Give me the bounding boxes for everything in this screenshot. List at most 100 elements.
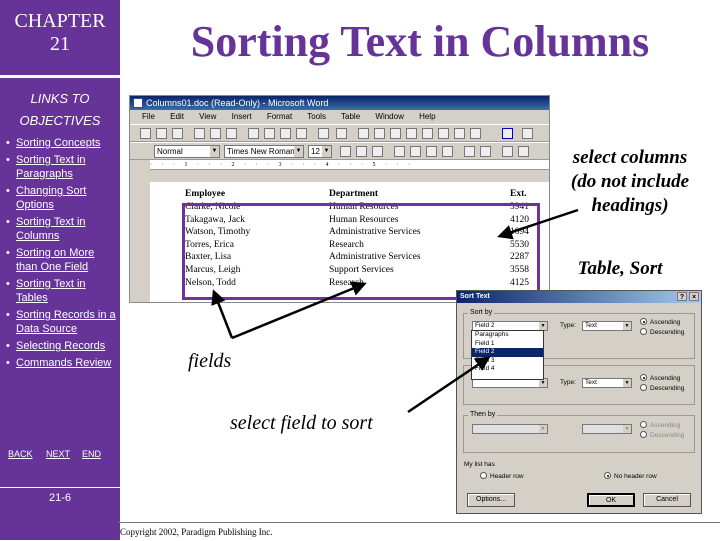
objective-link[interactable]: Sorting on More than One Field [6, 246, 118, 274]
bullets-icon[interactable] [480, 146, 491, 157]
then-ascending-radio[interactable]: Ascending [640, 374, 680, 382]
ok-button[interactable]: OK [587, 493, 635, 507]
type-value: Text [585, 322, 597, 329]
paste-icon[interactable] [280, 128, 291, 139]
type-combo[interactable]: Text ▼ [582, 321, 632, 331]
dropdown-option[interactable]: Field 4 [472, 365, 543, 374]
align-center-icon[interactable] [410, 146, 421, 157]
menu-help[interactable]: Help [419, 112, 435, 121]
no-header-row-radio[interactable]: No header row [604, 472, 657, 480]
new-icon[interactable] [140, 128, 151, 139]
table-row[interactable]: Nelson, Todd Research 4125 [185, 277, 540, 290]
end-button[interactable]: END [82, 449, 101, 459]
objective-link-text[interactable]: Sorting Text in Paragraphs [16, 154, 86, 180]
header-row-radio[interactable]: Header row [480, 472, 524, 480]
table-row[interactable]: Clarke, Nicole Human Resources 3941 [185, 201, 540, 214]
cancel-button[interactable]: Cancel [643, 493, 691, 507]
options-button[interactable]: Options... [467, 493, 515, 507]
highlighted-toolbar-icon[interactable] [502, 128, 513, 139]
objective-link-text[interactable]: Sorting Text in Tables [16, 278, 86, 304]
drawing-icon[interactable] [438, 128, 449, 139]
align-left-icon[interactable] [394, 146, 405, 157]
objective-link-text[interactable]: Selecting Records [16, 340, 105, 352]
objective-link[interactable]: Selecting Records [6, 339, 118, 353]
print-preview-icon[interactable] [210, 128, 221, 139]
italic-icon[interactable] [356, 146, 367, 157]
underline-icon[interactable] [372, 146, 383, 157]
align-right-icon[interactable] [426, 146, 437, 157]
help-button[interactable]: ? [677, 292, 687, 301]
objectives-list: Sorting Concepts Sorting Text in Paragra… [6, 136, 118, 373]
dropdown-option-selected[interactable]: Field 2 [472, 348, 543, 357]
format-painter-icon[interactable] [296, 128, 307, 139]
size-combo[interactable]: 12 ▼ [308, 145, 332, 158]
objective-link-text[interactable]: Sorting Concepts [16, 137, 100, 149]
menu-view[interactable]: View [199, 112, 216, 121]
decrease-indent-icon[interactable] [502, 146, 513, 157]
numbering-icon[interactable] [464, 146, 475, 157]
tables-borders-icon[interactable] [374, 128, 385, 139]
hyperlink-icon[interactable] [358, 128, 369, 139]
objective-link-text[interactable]: Changing Sort Options [16, 185, 86, 211]
objective-link-text[interactable]: Sorting Text in Columns [16, 216, 86, 242]
ascending-radio[interactable]: Ascending [640, 318, 680, 326]
word-titlebar: Columns01.doc (Read-Only) - Microsoft Wo… [130, 96, 549, 110]
table-row[interactable]: Marcus, Leigh Support Services 3558 [185, 264, 540, 277]
menu-format[interactable]: Format [267, 112, 292, 121]
objective-link[interactable]: Sorting Text in Columns [6, 215, 118, 243]
objective-link[interactable]: Changing Sort Options [6, 184, 118, 212]
insert-table-icon[interactable] [390, 128, 401, 139]
help-icon[interactable] [522, 128, 533, 139]
objective-link-text[interactable]: Sorting Records in a Data Source [16, 309, 116, 335]
excel-icon[interactable] [406, 128, 417, 139]
table-row[interactable]: Baxter, Lisa Administrative Services 228… [185, 251, 540, 264]
objective-link[interactable]: Sorting Concepts [6, 136, 118, 150]
objective-link-text[interactable]: Commands Review [16, 357, 111, 369]
print-icon[interactable] [194, 128, 205, 139]
then-by-type-combo[interactable]: Text ▼ [582, 378, 632, 388]
dropdown-option[interactable]: Field 3 [472, 357, 543, 366]
dropdown-option[interactable]: Paragraphs [472, 331, 543, 340]
close-button[interactable]: × [689, 292, 699, 301]
redo-icon[interactable] [336, 128, 347, 139]
menu-tools[interactable]: Tools [307, 112, 326, 121]
descending-radio[interactable]: Descending [640, 328, 684, 336]
next-button[interactable]: NEXT [46, 449, 70, 459]
spelling-icon[interactable] [226, 128, 237, 139]
menu-insert[interactable]: Insert [232, 112, 252, 121]
bold-icon[interactable] [340, 146, 351, 157]
callout-line: headings) [591, 195, 669, 216]
undo-icon[interactable] [318, 128, 329, 139]
document-map-icon[interactable] [454, 128, 465, 139]
descending-label: Descending [650, 385, 685, 392]
table-row[interactable]: Takagawa, Jack Human Resources 4120 [185, 214, 540, 227]
columns-icon[interactable] [422, 128, 433, 139]
increase-indent-icon[interactable] [518, 146, 529, 157]
font-combo[interactable]: Times New Roman ▼ [224, 145, 304, 158]
menu-edit[interactable]: Edit [170, 112, 184, 121]
objective-link-text[interactable]: Sorting on More than One Field [16, 247, 94, 273]
save-icon[interactable] [172, 128, 183, 139]
objective-link[interactable]: Sorting Text in Tables [6, 277, 118, 305]
page-title: Sorting Text in Columns [190, 17, 650, 66]
menu-table[interactable]: Table [341, 112, 360, 121]
menu-file[interactable]: File [142, 112, 155, 121]
standard-toolbar [130, 124, 549, 142]
show-hide-icon[interactable] [470, 128, 481, 139]
copy-icon[interactable] [264, 128, 275, 139]
font-value: Times New Roman [227, 147, 295, 156]
then-descending-radio[interactable]: Descending [640, 384, 684, 392]
cut-icon[interactable] [248, 128, 259, 139]
objective-link[interactable]: Sorting Records in a Data Source [6, 308, 118, 336]
open-icon[interactable] [156, 128, 167, 139]
back-button[interactable]: BACK [8, 449, 33, 459]
style-combo[interactable]: Normal ▼ [154, 145, 220, 158]
objective-link[interactable]: Sorting Text in Paragraphs [6, 153, 118, 181]
dropdown-option[interactable]: Field 1 [472, 340, 543, 349]
table-row[interactable]: Watson, Timothy Administrative Services … [185, 226, 540, 239]
justify-icon[interactable] [442, 146, 453, 157]
objective-link[interactable]: Commands Review [6, 356, 118, 370]
table-row[interactable]: Torres, Erica Research 5530 [185, 239, 540, 252]
document-area[interactable]: Employee Department Ext. Clarke, Nicole … [150, 182, 549, 302]
menu-window[interactable]: Window [375, 112, 403, 121]
